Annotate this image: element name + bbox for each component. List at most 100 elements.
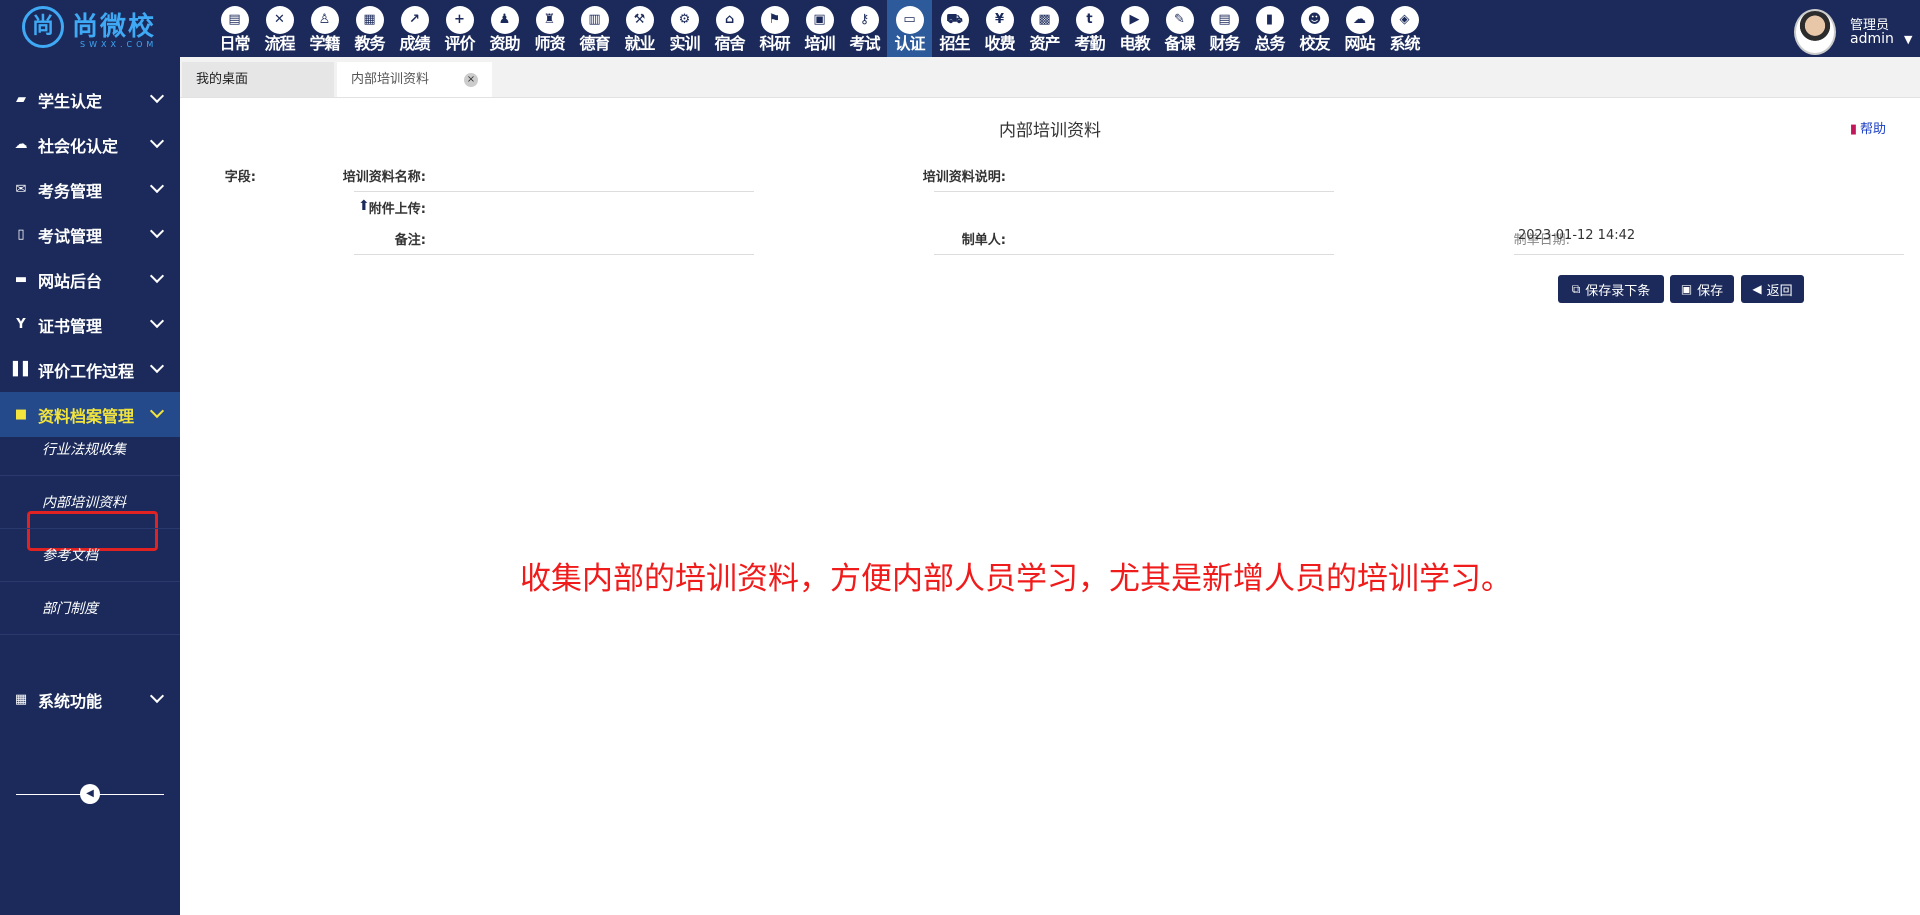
user-menu[interactable]: 管理员 admin ▼ xyxy=(1780,0,1920,57)
nav-item-label: 考勤 xyxy=(1074,34,1105,53)
nav-item-label: 科研 xyxy=(759,34,790,53)
sidebar-sub-item[interactable]: 行业法规收集 xyxy=(0,424,180,476)
nav-item-label: 师资 xyxy=(534,34,565,53)
brand-name: 尚微校 xyxy=(72,12,157,42)
arrow-left-icon: ◀ xyxy=(1752,282,1762,296)
nav-item-label: 资产 xyxy=(1029,34,1060,53)
nav-item[interactable]: ▣ 培训 xyxy=(797,0,842,57)
nav-item[interactable]: ▭ 认证 xyxy=(887,0,932,57)
nav-item-label: 网站 xyxy=(1344,34,1375,53)
flow-icon: ✕ xyxy=(265,6,294,34)
back-label: 返回 xyxy=(1766,283,1793,299)
nav-item-label: 电教 xyxy=(1119,34,1150,53)
nav-item[interactable]: ▥ 德育 xyxy=(572,0,617,57)
avatar[interactable] xyxy=(1794,9,1836,55)
back-button[interactable]: ◀ 返回 xyxy=(1741,275,1804,303)
nav-item-label: 资助 xyxy=(489,34,520,53)
chevron-down-icon xyxy=(149,313,165,329)
sidebar-menu-item[interactable]: ☁ 社会化认定 xyxy=(0,122,180,167)
sidebar-collapse[interactable]: ◀ xyxy=(16,784,164,804)
envelope-icon: ✉ xyxy=(15,182,27,197)
nav-item-label: 财务 xyxy=(1209,34,1240,53)
media-icon: ▶ xyxy=(1120,6,1149,34)
nav-item-label: 备课 xyxy=(1164,34,1195,53)
tab-internal-training-label: 内部培训资料 xyxy=(351,72,430,87)
sidebar-menu-item[interactable]: ▌▌ 评价工作过程 xyxy=(0,347,180,392)
edit-icon: ✎ xyxy=(1165,6,1194,34)
nav-item[interactable]: ⚒ 就业 xyxy=(617,0,662,57)
chevron-down-icon xyxy=(149,358,165,374)
save-button[interactable]: ▣ 保存 xyxy=(1670,275,1734,303)
sidebar-sub-item[interactable]: 内部培训资料 xyxy=(0,477,180,529)
tab-internal-training[interactable]: 内部培训资料 × xyxy=(337,62,492,97)
remark-input[interactable] xyxy=(354,254,754,255)
tab-desktop[interactable]: 我的桌面 xyxy=(182,62,334,97)
nav-item[interactable]: ✕ 流程 xyxy=(257,0,302,57)
nav-item[interactable]: ¥ 收费 xyxy=(977,0,1022,57)
archive-icon: ■ xyxy=(14,407,28,422)
sidebar-menu-label: 资料档案管理 xyxy=(38,406,135,426)
book-icon: ▥ xyxy=(580,6,609,34)
sidebar-sub-item[interactable]: 参考文档 xyxy=(0,530,180,582)
upload-icon[interactable]: ⬆ xyxy=(358,198,370,214)
nav-item[interactable]: ▶ 电教 xyxy=(1112,0,1157,57)
key-icon: ⚷ xyxy=(850,6,879,34)
nav-item[interactable]: ♜ 师资 xyxy=(527,0,572,57)
nav-item[interactable]: ☻ 校友 xyxy=(1292,0,1337,57)
sidebar-menu-item[interactable]: ▯ 考试管理 xyxy=(0,212,180,257)
gavel-icon: ⚒ xyxy=(625,6,654,34)
collapse-left-icon[interactable]: ◀ xyxy=(80,784,100,804)
sidebar-menu-item[interactable]: ✉ 考务管理 xyxy=(0,167,180,212)
brand-logo[interactable]: 尚 尚微校 SWXX.COM xyxy=(22,4,172,52)
nav-item[interactable]: ☁ 网站 xyxy=(1337,0,1382,57)
caret-down-icon[interactable]: ▼ xyxy=(1904,33,1912,46)
sidebar: ◀ ▰ 学生认定 ☁ 社会化认定 ✉ 考务管理 ▯ 考试管理 ▬ 网站后台 Y 证书管理 ▌▌ 评价工作过… xyxy=(0,57,180,915)
chevron-down-icon xyxy=(149,403,165,419)
chevron-down-icon xyxy=(149,223,165,239)
help-link[interactable]: ▮ 帮助 xyxy=(1850,118,1886,137)
close-icon[interactable]: × xyxy=(464,73,478,87)
sidebar-menu-item[interactable]: ▬ 网站后台 xyxy=(0,257,180,302)
image-icon: ▣ xyxy=(805,6,834,34)
sidebar-menu-item[interactable]: ▰ 学生认定 xyxy=(0,77,180,122)
nav-item-label: 总务 xyxy=(1254,34,1285,53)
nav-item[interactable]: ✎ 备课 xyxy=(1157,0,1202,57)
nav-item[interactable]: t 考勤 xyxy=(1067,0,1112,57)
nav-item[interactable]: ▤ 日常 xyxy=(212,0,257,57)
sidebar-sub-item[interactable]: 部门制度 xyxy=(0,583,180,635)
cloud-icon: ☁ xyxy=(1345,6,1374,34)
save-next-button[interactable]: ⧉ 保存录下条 xyxy=(1558,275,1664,303)
nav-item[interactable]: ▦ 教务 xyxy=(347,0,392,57)
calendar-plus-icon: + xyxy=(445,6,474,34)
nav-item[interactable]: ▩ 资产 xyxy=(1022,0,1067,57)
grid-icon: ▦ xyxy=(14,692,28,707)
nav-item[interactable]: ♙ 学籍 xyxy=(302,0,347,57)
desc-input[interactable] xyxy=(934,191,1334,192)
nav-item-label: 校友 xyxy=(1299,34,1330,53)
desc-label: 培训资料说明: xyxy=(922,170,1006,185)
nav-item[interactable]: ↗ 成绩 xyxy=(392,0,437,57)
nav-item[interactable]: ⚑ 科研 xyxy=(752,0,797,57)
nav-item[interactable]: + 评价 xyxy=(437,0,482,57)
top-navbar: 尚 尚微校 SWXX.COM ▤ 日常 ✕ 流程 ♙ 学籍 ▦ 教务 ↗ 成绩 + 评价 ♟ 资助 ♜ 师资 ▥… xyxy=(0,0,1920,57)
monitor-icon: ▭ xyxy=(895,6,924,34)
calendar-icon: ▦ xyxy=(355,6,384,34)
nav-item[interactable]: ⛟ 招生 xyxy=(932,0,977,57)
cloud-icon: ☁ xyxy=(14,137,28,152)
name-input[interactable] xyxy=(354,191,754,192)
nav-item[interactable]: ▮ 总务 xyxy=(1247,0,1292,57)
document-icon: ▤ xyxy=(220,6,249,34)
sidebar-menu-label: 评价工作过程 xyxy=(38,361,135,381)
nav-item[interactable]: ◈ 系统 xyxy=(1382,0,1427,57)
nav-item[interactable]: ♟ 资助 xyxy=(482,0,527,57)
nav-item[interactable]: ▤ 财务 xyxy=(1202,0,1247,57)
date-value[interactable]: 2023-01-12 14:42 xyxy=(1518,228,1635,243)
nav-item[interactable]: ⚷ 考试 xyxy=(842,0,887,57)
nav-item[interactable]: ⌂ 宿舍 xyxy=(707,0,752,57)
nav-item-label: 实训 xyxy=(669,34,700,53)
sidebar-menu-item[interactable]: ▦ 系统功能 xyxy=(0,677,180,722)
tab-desktop-label: 我的桌面 xyxy=(196,72,249,87)
sidebar-menu-item[interactable]: Y 证书管理 xyxy=(0,302,180,347)
nav-item[interactable]: ⚙ 实训 xyxy=(662,0,707,57)
creator-input[interactable] xyxy=(934,254,1334,255)
